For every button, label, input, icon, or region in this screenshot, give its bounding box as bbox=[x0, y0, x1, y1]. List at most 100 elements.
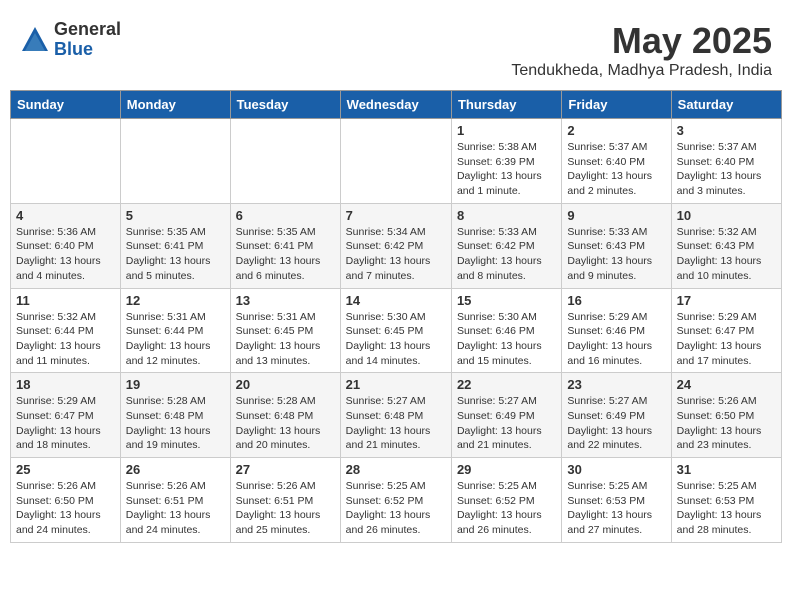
week-row-3: 11Sunrise: 5:32 AM Sunset: 6:44 PM Dayli… bbox=[11, 288, 782, 373]
day-number: 13 bbox=[236, 293, 335, 308]
header-monday: Monday bbox=[120, 91, 230, 119]
week-row-2: 4Sunrise: 5:36 AM Sunset: 6:40 PM Daylig… bbox=[11, 203, 782, 288]
day-info: Sunrise: 5:26 AM Sunset: 6:51 PM Dayligh… bbox=[236, 479, 335, 538]
day-cell: 8 Sunrise: 5:33 AM Sunset: 6:42 PM Daylig… bbox=[451, 203, 561, 288]
day-cell: 2 Sunrise: 5:37 AM Sunset: 6:40 PM Daylig… bbox=[562, 119, 671, 204]
day-info: Sunrise: 5:26 AM Sunset: 6:50 PM Dayligh… bbox=[16, 479, 115, 538]
day-cell: 18 Sunrise: 5:29 AM Sunset: 6:47 PM Dayli… bbox=[11, 373, 121, 458]
day-number: 14 bbox=[346, 293, 446, 308]
day-cell: 3 Sunrise: 5:37 AM Sunset: 6:40 PM Daylig… bbox=[671, 119, 781, 204]
day-info: Sunrise: 5:35 AM Sunset: 6:41 PM Dayligh… bbox=[236, 225, 335, 284]
day-info: Sunrise: 5:28 AM Sunset: 6:48 PM Dayligh… bbox=[236, 394, 335, 453]
day-cell: 29 Sunrise: 5:25 AM Sunset: 6:52 PM Dayli… bbox=[451, 458, 561, 543]
day-number: 23 bbox=[567, 377, 665, 392]
day-number: 31 bbox=[677, 462, 776, 477]
day-info: Sunrise: 5:30 AM Sunset: 6:45 PM Dayligh… bbox=[346, 310, 446, 369]
day-info: Sunrise: 5:33 AM Sunset: 6:43 PM Dayligh… bbox=[567, 225, 665, 284]
day-cell: 11Sunrise: 5:32 AM Sunset: 6:44 PM Dayli… bbox=[11, 288, 121, 373]
day-number: 5 bbox=[126, 208, 225, 223]
header-thursday: Thursday bbox=[451, 91, 561, 119]
day-cell: 26 Sunrise: 5:26 AM Sunset: 6:51 PM Dayli… bbox=[120, 458, 230, 543]
month-title: May 2025 bbox=[511, 20, 772, 62]
day-cell: 23 Sunrise: 5:27 AM Sunset: 6:49 PM Dayli… bbox=[562, 373, 671, 458]
day-cell: 14 Sunrise: 5:30 AM Sunset: 6:45 PM Dayli… bbox=[340, 288, 451, 373]
day-info: Sunrise: 5:27 AM Sunset: 6:49 PM Dayligh… bbox=[567, 394, 665, 453]
day-cell: 6 Sunrise: 5:35 AM Sunset: 6:41 PM Daylig… bbox=[230, 203, 340, 288]
day-cell: 19 Sunrise: 5:28 AM Sunset: 6:48 PM Dayli… bbox=[120, 373, 230, 458]
day-number: 11 bbox=[16, 293, 115, 308]
day-info: Sunrise: 5:28 AM Sunset: 6:48 PM Dayligh… bbox=[126, 394, 225, 453]
day-cell: 16Sunrise: 5:29 AM Sunset: 6:46 PM Dayli… bbox=[562, 288, 671, 373]
header-friday: Friday bbox=[562, 91, 671, 119]
day-number: 2 bbox=[567, 123, 665, 138]
calendar: SundayMondayTuesdayWednesdayThursdayFrid… bbox=[10, 90, 782, 543]
week-row-1: 1Sunrise: 5:38 AM Sunset: 6:39 PM Daylig… bbox=[11, 119, 782, 204]
day-number: 12 bbox=[126, 293, 225, 308]
day-number: 15 bbox=[457, 293, 556, 308]
day-info: Sunrise: 5:37 AM Sunset: 6:40 PM Dayligh… bbox=[677, 140, 776, 199]
day-info: Sunrise: 5:25 AM Sunset: 6:52 PM Dayligh… bbox=[346, 479, 446, 538]
day-cell: 21 Sunrise: 5:27 AM Sunset: 6:48 PM Dayli… bbox=[340, 373, 451, 458]
day-cell: 30Sunrise: 5:25 AM Sunset: 6:53 PM Dayli… bbox=[562, 458, 671, 543]
week-row-5: 25 Sunrise: 5:26 AM Sunset: 6:50 PM Dayli… bbox=[11, 458, 782, 543]
day-info: Sunrise: 5:32 AM Sunset: 6:43 PM Dayligh… bbox=[677, 225, 776, 284]
day-cell: 9 Sunrise: 5:33 AM Sunset: 6:43 PM Daylig… bbox=[562, 203, 671, 288]
day-number: 18 bbox=[16, 377, 115, 392]
location: Tendukheda, Madhya Pradesh, India bbox=[511, 62, 772, 80]
day-number: 21 bbox=[346, 377, 446, 392]
day-number: 29 bbox=[457, 462, 556, 477]
day-number: 6 bbox=[236, 208, 335, 223]
day-info: Sunrise: 5:37 AM Sunset: 6:40 PM Dayligh… bbox=[567, 140, 665, 199]
day-cell: 1Sunrise: 5:38 AM Sunset: 6:39 PM Daylig… bbox=[451, 119, 561, 204]
day-cell: 13 Sunrise: 5:31 AM Sunset: 6:45 PM Dayli… bbox=[230, 288, 340, 373]
day-info: Sunrise: 5:29 AM Sunset: 6:47 PM Dayligh… bbox=[677, 310, 776, 369]
day-info: Sunrise: 5:29 AM Sunset: 6:47 PM Dayligh… bbox=[16, 394, 115, 453]
day-info: Sunrise: 5:27 AM Sunset: 6:48 PM Dayligh… bbox=[346, 394, 446, 453]
day-cell: 17 Sunrise: 5:29 AM Sunset: 6:47 PM Dayli… bbox=[671, 288, 781, 373]
logo-text: General Blue bbox=[54, 20, 121, 60]
day-info: Sunrise: 5:31 AM Sunset: 6:44 PM Dayligh… bbox=[126, 310, 225, 369]
day-info: Sunrise: 5:38 AM Sunset: 6:39 PM Dayligh… bbox=[457, 140, 556, 199]
day-number: 17 bbox=[677, 293, 776, 308]
day-cell: 20 Sunrise: 5:28 AM Sunset: 6:48 PM Dayli… bbox=[230, 373, 340, 458]
header-saturday: Saturday bbox=[671, 91, 781, 119]
day-number: 24 bbox=[677, 377, 776, 392]
day-info: Sunrise: 5:33 AM Sunset: 6:42 PM Dayligh… bbox=[457, 225, 556, 284]
day-number: 8 bbox=[457, 208, 556, 223]
day-number: 9 bbox=[567, 208, 665, 223]
header-wednesday: Wednesday bbox=[340, 91, 451, 119]
day-info: Sunrise: 5:25 AM Sunset: 6:52 PM Dayligh… bbox=[457, 479, 556, 538]
day-info: Sunrise: 5:34 AM Sunset: 6:42 PM Dayligh… bbox=[346, 225, 446, 284]
day-number: 7 bbox=[346, 208, 446, 223]
day-cell: 28Sunrise: 5:25 AM Sunset: 6:52 PM Dayli… bbox=[340, 458, 451, 543]
day-number: 20 bbox=[236, 377, 335, 392]
day-number: 3 bbox=[677, 123, 776, 138]
day-info: Sunrise: 5:30 AM Sunset: 6:46 PM Dayligh… bbox=[457, 310, 556, 369]
header-tuesday: Tuesday bbox=[230, 91, 340, 119]
day-cell: 10Sunrise: 5:32 AM Sunset: 6:43 PM Dayli… bbox=[671, 203, 781, 288]
day-cell bbox=[11, 119, 121, 204]
day-number: 25 bbox=[16, 462, 115, 477]
day-number: 26 bbox=[126, 462, 225, 477]
day-info: Sunrise: 5:26 AM Sunset: 6:51 PM Dayligh… bbox=[126, 479, 225, 538]
day-info: Sunrise: 5:25 AM Sunset: 6:53 PM Dayligh… bbox=[677, 479, 776, 538]
day-info: Sunrise: 5:25 AM Sunset: 6:53 PM Dayligh… bbox=[567, 479, 665, 538]
day-cell: 27 Sunrise: 5:26 AM Sunset: 6:51 PM Dayli… bbox=[230, 458, 340, 543]
day-info: Sunrise: 5:35 AM Sunset: 6:41 PM Dayligh… bbox=[126, 225, 225, 284]
day-cell: 5 Sunrise: 5:35 AM Sunset: 6:41 PM Daylig… bbox=[120, 203, 230, 288]
day-cell: 7 Sunrise: 5:34 AM Sunset: 6:42 PM Daylig… bbox=[340, 203, 451, 288]
day-cell: 4Sunrise: 5:36 AM Sunset: 6:40 PM Daylig… bbox=[11, 203, 121, 288]
day-number: 27 bbox=[236, 462, 335, 477]
day-info: Sunrise: 5:26 AM Sunset: 6:50 PM Dayligh… bbox=[677, 394, 776, 453]
logo-icon bbox=[20, 25, 50, 55]
day-cell: 15 Sunrise: 5:30 AM Sunset: 6:46 PM Dayli… bbox=[451, 288, 561, 373]
day-info: Sunrise: 5:27 AM Sunset: 6:49 PM Dayligh… bbox=[457, 394, 556, 453]
day-number: 22 bbox=[457, 377, 556, 392]
week-row-4: 18 Sunrise: 5:29 AM Sunset: 6:47 PM Dayli… bbox=[11, 373, 782, 458]
logo-general: General bbox=[54, 20, 121, 40]
day-info: Sunrise: 5:31 AM Sunset: 6:45 PM Dayligh… bbox=[236, 310, 335, 369]
day-cell bbox=[340, 119, 451, 204]
header-sunday: Sunday bbox=[11, 91, 121, 119]
day-cell: 22 Sunrise: 5:27 AM Sunset: 6:49 PM Dayli… bbox=[451, 373, 561, 458]
day-number: 19 bbox=[126, 377, 225, 392]
